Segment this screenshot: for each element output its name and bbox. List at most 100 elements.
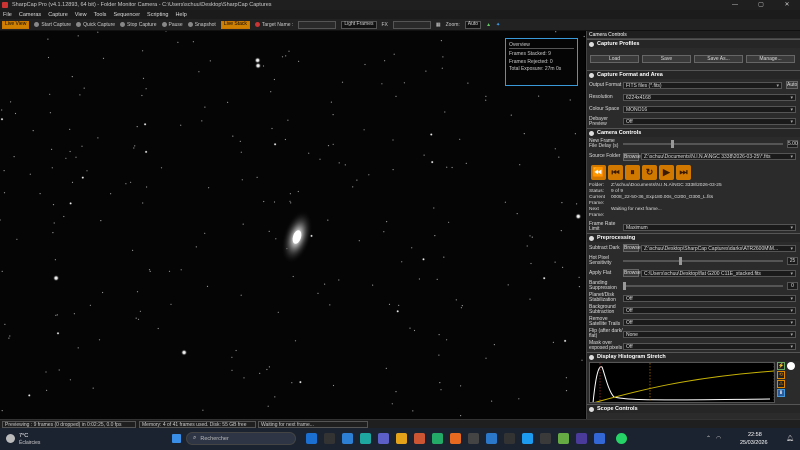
close-button[interactable]: ✕ — [774, 0, 800, 10]
file-explorer-icon[interactable] — [324, 433, 335, 444]
warning-icon[interactable]: ⚠ — [777, 380, 785, 388]
frame-delay-value[interactable]: 5.00 — [787, 140, 798, 148]
banding-value[interactable]: 0 — [787, 281, 798, 290]
frame-type-select[interactable]: Light Frames — [341, 20, 377, 29]
whatsapp-icon[interactable] — [616, 433, 627, 444]
grid-icon[interactable]: ▦ — [436, 22, 441, 28]
app-icon-dark[interactable] — [504, 433, 515, 444]
hot-pixel-slider[interactable] — [623, 256, 783, 265]
target-name-input[interactable] — [298, 20, 337, 29]
manage-button[interactable]: Manage... — [746, 55, 795, 63]
word-icon[interactable] — [486, 433, 497, 444]
menu-capture[interactable]: Capture — [48, 12, 68, 18]
live-view-button[interactable]: Live View — [2, 20, 30, 29]
app-icon-lime[interactable] — [558, 433, 569, 444]
slider-knob[interactable] — [671, 140, 674, 148]
source-folder-select[interactable]: Z:\schuu\Documents\N.I.N.A\NGC 3338\2026… — [641, 153, 796, 160]
satellite-trails-select[interactable]: Off — [623, 318, 796, 326]
histogram-graph[interactable] — [589, 362, 775, 404]
app-icon-purple[interactable] — [576, 433, 587, 444]
app-icon-navy[interactable] — [594, 433, 605, 444]
app-icon-blue[interactable] — [522, 433, 533, 444]
play-button[interactable]: ▶ — [659, 164, 674, 180]
section-preprocessing[interactable]: Preprocessing — [587, 233, 800, 242]
frame-rate-select[interactable]: Maximum — [623, 223, 796, 231]
notification-bell-icon[interactable]: 🔔︎ — [786, 435, 794, 442]
colour-space-select[interactable]: MONO16 — [623, 105, 796, 113]
star — [142, 202, 144, 204]
background-subtraction-select[interactable]: Off — [623, 306, 796, 314]
menu-tools[interactable]: Tools — [94, 12, 107, 18]
save-stretch-icon[interactable]: ⬇ — [777, 389, 785, 397]
teams-icon[interactable] — [378, 433, 389, 444]
auto-button[interactable]: Auto — [786, 81, 798, 89]
rewind-button[interactable]: ⏪ — [591, 164, 606, 180]
edge-icon[interactable] — [342, 433, 353, 444]
slider-knob[interactable] — [623, 281, 626, 290]
debayer-select[interactable]: Off — [623, 118, 796, 125]
section-capture-format[interactable]: Capture Format and Area — [587, 70, 800, 79]
banding-slider[interactable] — [623, 281, 783, 290]
first-frame-button[interactable]: ⏮ — [608, 164, 623, 180]
firefox-icon[interactable] — [450, 433, 461, 444]
app-icon-red[interactable] — [414, 433, 425, 444]
mask-select[interactable]: Off — [623, 342, 796, 350]
search-box[interactable]: ⌕ Rechercher — [186, 432, 296, 445]
section-scope-controls[interactable]: Scope Controls — [587, 404, 800, 413]
pause-playback-button[interactable]: ⏸ — [625, 164, 640, 180]
fx-select[interactable] — [392, 20, 431, 29]
refresh-button[interactable]: ↻ — [642, 164, 657, 180]
menu-file[interactable]: File — [3, 12, 12, 18]
planet-stabilization-select[interactable]: Off — [623, 294, 796, 302]
load-button[interactable]: Load — [590, 55, 639, 63]
snapshot-button[interactable]: Snapshot — [187, 22, 216, 28]
menu-cameras[interactable]: Cameras — [19, 12, 41, 18]
flip-select[interactable]: None — [623, 330, 796, 338]
app-icon-green[interactable] — [432, 433, 443, 444]
browse-flat-button[interactable]: Browse — [623, 269, 641, 277]
moon-icon[interactable] — [787, 362, 795, 370]
menu-view[interactable]: View — [75, 12, 87, 18]
slider-knob[interactable] — [679, 256, 682, 265]
section-capture-profiles[interactable]: Capture Profiles — [587, 39, 800, 48]
clock-date[interactable]: 25/03/2026 — [740, 440, 768, 446]
zoom-select[interactable]: Auto — [464, 20, 482, 29]
browse-dark-button[interactable]: Browse — [623, 244, 641, 252]
save-button[interactable]: Save — [642, 55, 691, 63]
settings-icon[interactable] — [468, 433, 479, 444]
frame-delay-slider[interactable] — [623, 140, 783, 148]
menu-sequencer[interactable]: Sequencer — [113, 12, 140, 18]
photoshop-icon[interactable] — [306, 433, 317, 444]
auto-stretch-icon[interactable]: ⚡ — [777, 362, 785, 370]
subtract-dark-select[interactable]: Z:\schuu\Desktop\SharpCap Captures\darks… — [641, 244, 796, 252]
section-camera-controls[interactable]: Camera Controls — [587, 128, 800, 137]
section-histogram[interactable]: Display Histogram Stretch — [587, 352, 800, 361]
quick-capture-button[interactable]: Quick Capture — [76, 22, 115, 28]
edge-browser-icon[interactable] — [360, 433, 371, 444]
hot-pixel-value[interactable]: 25 — [787, 256, 798, 265]
clock-time[interactable]: 22:58 — [748, 432, 762, 438]
arrow-icon[interactable]: ▲ — [486, 22, 491, 28]
apply-flat-select[interactable]: C:\Users\schuu\Desktop\flat G200 C11E_st… — [641, 269, 796, 277]
start-icon[interactable] — [172, 434, 181, 443]
image-viewer[interactable] — [0, 31, 585, 419]
menu-scripting[interactable]: Scripting — [147, 12, 168, 18]
maximize-button[interactable]: ▢ — [748, 0, 774, 10]
tray-chevron-icon[interactable]: ⌃ — [706, 435, 711, 442]
live-stack-button[interactable]: Live Stack — [220, 20, 250, 29]
stop-capture-button[interactable]: Stop Capture — [120, 22, 157, 28]
save-as-button[interactable]: Save As... — [694, 55, 743, 63]
browse-source-button[interactable]: Browse — [623, 152, 641, 161]
folder-icon[interactable] — [396, 433, 407, 444]
wand-icon[interactable]: ✦ — [496, 22, 500, 28]
output-format-select[interactable]: FITS files (*.fits) — [623, 81, 782, 89]
start-capture-button[interactable]: Start Capture — [34, 22, 71, 28]
pause-button[interactable]: Pause — [161, 22, 183, 28]
wifi-icon[interactable]: ◠ — [716, 435, 721, 442]
menu-help[interactable]: Help — [175, 12, 186, 18]
last-frame-button[interactable]: ⏭ — [676, 164, 691, 180]
nina-icon[interactable] — [540, 433, 551, 444]
reset-icon[interactable]: ⟲ — [777, 371, 785, 379]
minimize-button[interactable]: — — [722, 0, 748, 10]
resolution-select[interactable]: 6224x4168 — [623, 93, 796, 101]
